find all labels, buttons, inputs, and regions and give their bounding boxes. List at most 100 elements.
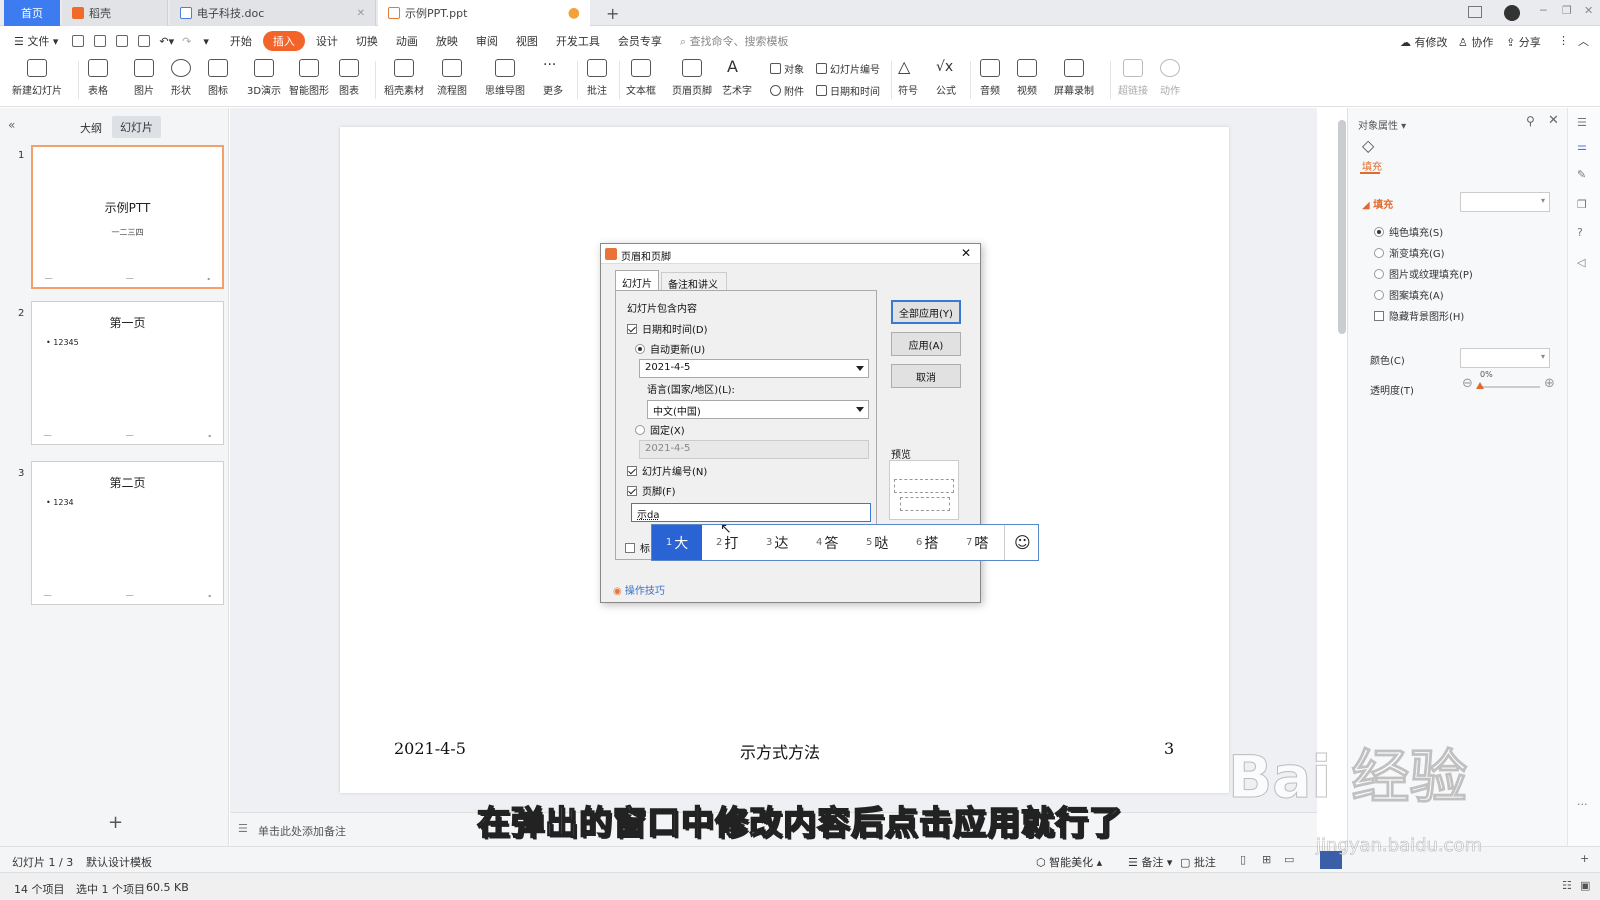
increase-icon[interactable]: ⊕ bbox=[1544, 376, 1555, 391]
flowchart-button[interactable]: 流程图 bbox=[437, 59, 467, 97]
tab-ppt-file[interactable]: 示例PPT.ppt ● bbox=[378, 0, 590, 26]
notes-toggle-button[interactable]: ☰ 备注 ▾ bbox=[1128, 854, 1172, 870]
date-format-select[interactable]: 2021-4-5 bbox=[639, 359, 869, 378]
menu-review[interactable]: 审阅 bbox=[467, 33, 507, 49]
tab-notes-handouts[interactable]: 备注和讲义 bbox=[661, 272, 727, 291]
template-name[interactable]: 默认设计模板 bbox=[86, 854, 152, 870]
close-window-icon[interactable]: ✕ bbox=[1584, 4, 1593, 17]
tab-slides[interactable]: 幻灯片 bbox=[112, 116, 161, 138]
zoom-in-icon[interactable]: + bbox=[1580, 852, 1589, 865]
avatar[interactable] bbox=[1504, 5, 1520, 21]
window-layout-icon[interactable] bbox=[1468, 6, 1482, 18]
large-icons-view-icon[interactable]: ▣ bbox=[1580, 879, 1590, 892]
action-button[interactable]: 动作 bbox=[1160, 59, 1180, 97]
ime-candidate-4[interactable]: 4答 bbox=[816, 525, 838, 560]
icon-button[interactable]: 图标 bbox=[208, 59, 228, 97]
smart-art-button[interactable]: 智能图形 bbox=[289, 59, 329, 97]
chart-button[interactable]: 图表 bbox=[339, 59, 359, 97]
apply-all-button[interactable]: 全部应用(Y) bbox=[891, 300, 961, 324]
picture-button[interactable]: 图片 bbox=[134, 59, 154, 97]
help-icon[interactable]: ? bbox=[1577, 226, 1583, 239]
search-command[interactable]: ⌕ 查找命令、搜索模板 bbox=[671, 33, 798, 49]
title-slide-checkbox[interactable]: 标 bbox=[625, 540, 650, 555]
header-footer-button[interactable]: 页眉页脚 bbox=[672, 59, 712, 97]
slide-footer-number[interactable]: 3 bbox=[1164, 739, 1174, 758]
ime-candidate-3[interactable]: 3达 bbox=[766, 525, 788, 560]
slide-number-button[interactable]: 幻灯片编号 bbox=[816, 61, 880, 76]
formula-button[interactable]: √x 公式 bbox=[936, 59, 956, 97]
close-dialog-icon[interactable]: ✕ bbox=[961, 246, 971, 260]
fill-gradient-option[interactable]: 渐变填充(G) bbox=[1374, 245, 1445, 260]
language-select[interactable]: 中文(中国) bbox=[647, 400, 869, 419]
save-icon[interactable] bbox=[72, 35, 85, 47]
3d-demo-button[interactable]: 3D演示 bbox=[247, 59, 281, 97]
menu-member[interactable]: 会员专享 bbox=[609, 33, 671, 49]
print-preview-icon[interactable] bbox=[138, 35, 151, 47]
wordart-button[interactable]: A 艺术字 bbox=[722, 59, 752, 98]
maximize-icon[interactable]: ❐ bbox=[1562, 4, 1572, 17]
datetime-checkbox[interactable]: 日期和时间(D) bbox=[627, 321, 708, 336]
share-button[interactable]: ⇪ 分享 bbox=[1506, 34, 1541, 50]
docer-material-button[interactable]: 稻壳素材 bbox=[384, 59, 424, 97]
collaborate-button[interactable]: ♙ 协作 bbox=[1458, 34, 1493, 50]
mindmap-button[interactable]: 思维导图 bbox=[485, 59, 525, 97]
unsaved-dot-icon[interactable]: ● bbox=[568, 5, 580, 21]
table-button[interactable]: 表格 bbox=[88, 59, 108, 97]
ime-candidate-6[interactable]: 6搭 bbox=[916, 525, 938, 560]
more-button[interactable]: ··· 更多 bbox=[543, 58, 563, 97]
properties-icon[interactable]: ⚌ bbox=[1577, 140, 1587, 153]
textbox-button[interactable]: 文本框 bbox=[626, 59, 656, 97]
slide-thumbnail-3[interactable]: 第二页 • 1234 ━━━ ━━━ ▪ bbox=[31, 461, 224, 605]
menu-transition[interactable]: 切换 bbox=[347, 33, 387, 49]
tab-outline[interactable]: 大纲 bbox=[80, 120, 102, 136]
ime-candidate-7[interactable]: 7嗒 bbox=[966, 525, 988, 560]
shape-button[interactable]: 形状 bbox=[171, 59, 191, 97]
menu-home[interactable]: 开始 bbox=[221, 33, 261, 49]
menu-insert[interactable]: 插入 bbox=[262, 31, 305, 51]
transparency-slider[interactable] bbox=[1478, 386, 1540, 388]
ime-candidate-1[interactable]: 1大 bbox=[652, 525, 702, 560]
hide-background-checkbox[interactable]: 隐藏背景图形(H) bbox=[1374, 308, 1464, 323]
video-button[interactable]: 视频 bbox=[1017, 59, 1037, 97]
more-menu-icon[interactable]: ⋮ bbox=[1558, 34, 1569, 47]
fill-solid-option[interactable]: 纯色填充(S) bbox=[1374, 224, 1443, 239]
fixed-radio[interactable]: 固定(X) bbox=[635, 422, 685, 437]
undo-icon[interactable]: ↶▾ bbox=[155, 35, 178, 48]
menu-view[interactable]: 视图 bbox=[507, 33, 547, 49]
ime-candidate-5[interactable]: 5哒 bbox=[866, 525, 888, 560]
details-view-icon[interactable]: ☷ bbox=[1562, 879, 1572, 892]
slide-number-checkbox[interactable]: 幻灯片编号(N) bbox=[627, 463, 707, 478]
comment-toggle-button[interactable]: ▢ 批注 bbox=[1180, 854, 1216, 870]
normal-view-icon[interactable]: ▯ bbox=[1240, 853, 1246, 866]
slide-footer-date[interactable]: 2021-4-5 bbox=[394, 739, 466, 758]
collapse-ribbon-icon[interactable]: ︿ bbox=[1578, 33, 1589, 49]
audio-button[interactable]: 音频 bbox=[980, 59, 1000, 97]
pin-icon[interactable]: ⚲ bbox=[1526, 114, 1535, 128]
vertical-scrollbar[interactable] bbox=[1338, 120, 1346, 334]
minimize-icon[interactable]: ─ bbox=[1540, 4, 1547, 17]
menu-slideshow[interactable]: 放映 bbox=[427, 33, 467, 49]
screen-record-button[interactable]: 屏幕录制 bbox=[1054, 59, 1094, 97]
attachment-button[interactable]: 附件 bbox=[770, 83, 804, 98]
tab-docer[interactable]: 稻壳 bbox=[62, 0, 168, 26]
menu-developer[interactable]: 开发工具 bbox=[547, 33, 609, 49]
emoji-icon[interactable]: ☺ bbox=[1014, 525, 1031, 560]
slider-thumb[interactable] bbox=[1476, 382, 1484, 389]
decrease-icon[interactable]: ⊖ bbox=[1462, 376, 1473, 391]
auto-update-radio[interactable]: 自动更新(U) bbox=[635, 341, 705, 356]
menu-lines-icon[interactable]: ☰ bbox=[1577, 116, 1587, 129]
tab-slide[interactable]: 幻灯片 bbox=[615, 270, 659, 290]
sorter-view-icon[interactable]: ⊞ bbox=[1262, 853, 1271, 866]
pin-tool-icon[interactable]: ✎ bbox=[1577, 168, 1586, 181]
hyperlink-button[interactable]: 超链接 bbox=[1118, 59, 1148, 97]
fill-type-dropdown[interactable]: ▾ bbox=[1460, 192, 1550, 212]
slide-thumbnail-1[interactable]: 示例PTT 一二三四 ━━━ ━━━ ▪ bbox=[31, 145, 224, 289]
fixed-date-input[interactable]: 2021-4-5 bbox=[639, 440, 869, 459]
panel-title[interactable]: 对象属性 ▾ bbox=[1358, 117, 1406, 132]
close-panel-icon[interactable]: ✕ bbox=[1548, 113, 1559, 128]
symbol-button[interactable]: △ 符号 bbox=[898, 59, 918, 98]
reading-view-icon[interactable]: ▭ bbox=[1284, 853, 1294, 866]
close-icon[interactable]: ✕ bbox=[357, 8, 365, 19]
footer-text-input[interactable]: 示da bbox=[631, 503, 871, 522]
tab-doc-file[interactable]: 电子科技.doc ✕ bbox=[170, 0, 376, 26]
